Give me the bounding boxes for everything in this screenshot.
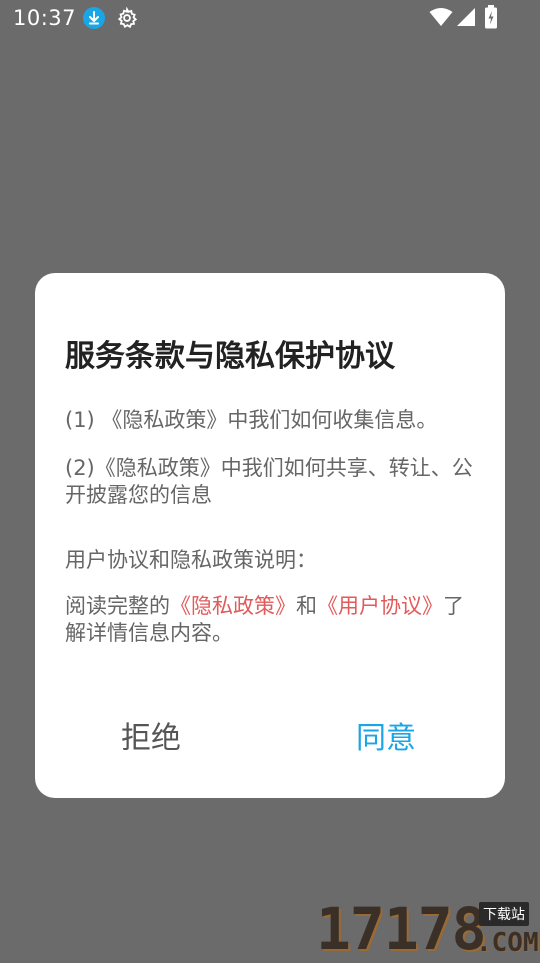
status-bar: 10:37 [0, 0, 540, 36]
and-text: 和 [296, 594, 317, 618]
watermark-number: 17178 [316, 895, 487, 963]
watermark-tag: 下载站 [479, 902, 529, 926]
privacy-policy-link[interactable]: 《隐私政策》 [170, 594, 296, 618]
refuse-button[interactable]: 拒绝 [121, 713, 181, 757]
read-prefix-text: 阅读完整的 [65, 594, 170, 618]
watermark-logo: 17178 下载站 .COM [316, 898, 540, 960]
signal-icon [457, 8, 475, 26]
wifi-icon [429, 8, 453, 26]
status-time: 10:37 [13, 6, 77, 30]
dialog-title: 服务条款与隐私保护协议 [65, 339, 395, 374]
privacy-item-1: (1) 《隐私政策》中我们如何收集信息。 [65, 408, 438, 432]
user-agreement-link[interactable]: 《用户协议》 [317, 594, 443, 618]
privacy-dialog: 服务条款与隐私保护协议 (1) 《隐私政策》中我们如何收集信息。 (2)《隐私政… [35, 273, 505, 798]
watermark-com: .COM [476, 928, 539, 958]
privacy-item-2: (2)《隐私政策》中我们如何共享、转让、公开披露您的信息 [65, 456, 473, 507]
gear-icon [117, 7, 138, 29]
agreement-description: 阅读完整的《隐私政策》和《用户协议》了解详情信息内容。 [65, 593, 475, 647]
battery-icon [485, 5, 497, 29]
agreement-heading: 用户协议和隐私政策说明： [65, 548, 317, 572]
agree-button[interactable]: 同意 [356, 713, 416, 757]
download-icon [83, 7, 105, 29]
